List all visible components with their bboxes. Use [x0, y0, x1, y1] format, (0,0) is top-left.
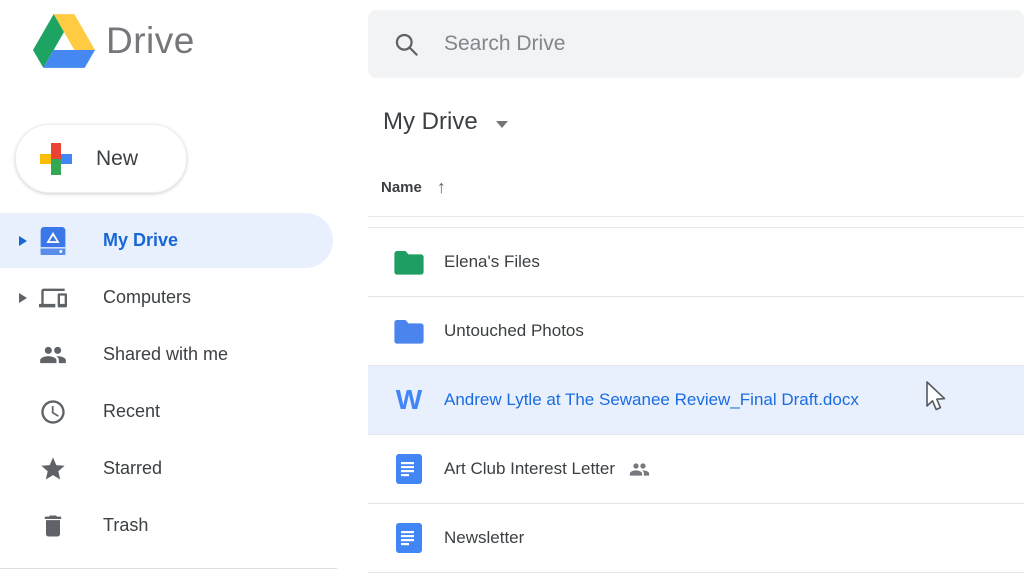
shared-people-icon [629, 459, 650, 480]
sidebar-item-label: Trash [103, 515, 149, 535]
chevron-down-icon [495, 120, 508, 128]
list-item-folder[interactable]: Untouched Photos [368, 297, 1024, 366]
search-input[interactable] [368, 10, 1024, 78]
search-icon[interactable] [393, 31, 420, 58]
clock-icon [38, 395, 68, 429]
sidebar-item-label: Recent [103, 401, 161, 421]
expand-arrow-icon[interactable] [19, 235, 27, 246]
google-doc-icon [394, 522, 424, 554]
sidebar-item-label: Computers [103, 287, 192, 307]
sidebar: Drive New My Drive Computers Shared with… [0, 0, 360, 584]
list-item-google-doc[interactable]: Newsletter [368, 504, 1024, 573]
sidebar-item-trash[interactable]: Trash [0, 497, 360, 554]
name-header-label: Name [381, 178, 422, 196]
google-doc-icon [394, 453, 424, 485]
computers-icon [38, 281, 68, 315]
sidebar-divider [0, 568, 337, 569]
sidebar-item-my-drive[interactable]: My Drive [0, 212, 360, 269]
sidebar-item-label: My Drive [103, 230, 179, 250]
main-content: My Drive Name ↑ Elena's Files [360, 0, 1024, 584]
folder-icon [394, 315, 424, 347]
my-drive-icon [38, 224, 68, 258]
file-name: Untouched Photos [444, 321, 584, 340]
folder-icon [394, 246, 424, 278]
people-icon [38, 338, 68, 372]
google-drive-window: Drive New My Drive Computers Shared with… [0, 0, 1024, 584]
page-title: My Drive [383, 108, 478, 135]
breadcrumb[interactable]: My Drive [383, 108, 508, 136]
plus-icon [40, 142, 72, 175]
search-bar [368, 10, 1024, 78]
trash-icon [38, 509, 68, 543]
expand-arrow-icon[interactable] [19, 292, 27, 303]
file-name: Art Club Interest Letter [444, 459, 616, 478]
sidebar-item-label: Starred [103, 458, 163, 478]
drive-logo[interactable]: Drive [33, 13, 195, 69]
sort-ascending-icon: ↑ [436, 177, 446, 197]
name-column-header[interactable]: Name ↑ [381, 178, 446, 196]
drive-logo-text: Drive [106, 20, 195, 61]
file-name: Elena's Files [444, 252, 540, 271]
sidebar-item-shared-with-me[interactable]: Shared with me [0, 326, 360, 383]
sidebar-nav: My Drive Computers Shared with me Recent… [0, 212, 360, 554]
file-name: Newsletter [444, 528, 525, 547]
header-divider [368, 216, 1024, 217]
star-icon [38, 452, 68, 486]
sidebar-item-starred[interactable]: Starred [0, 440, 360, 497]
new-button-label: New [96, 146, 139, 170]
sidebar-item-computers[interactable]: Computers [0, 269, 360, 326]
word-doc-icon: W [395, 384, 423, 415]
sidebar-item-label: Shared with me [103, 344, 229, 364]
new-button[interactable]: New [15, 124, 187, 193]
drive-triangle-icon [33, 14, 95, 68]
sidebar-item-recent[interactable]: Recent [0, 383, 360, 440]
list-item-folder[interactable]: Elena's Files [368, 228, 1024, 297]
file-name: Andrew Lytle at The Sewanee Review_Final… [444, 390, 859, 409]
mouse-cursor [926, 381, 946, 411]
list-item-google-doc[interactable]: Art Club Interest Letter [368, 435, 1024, 504]
